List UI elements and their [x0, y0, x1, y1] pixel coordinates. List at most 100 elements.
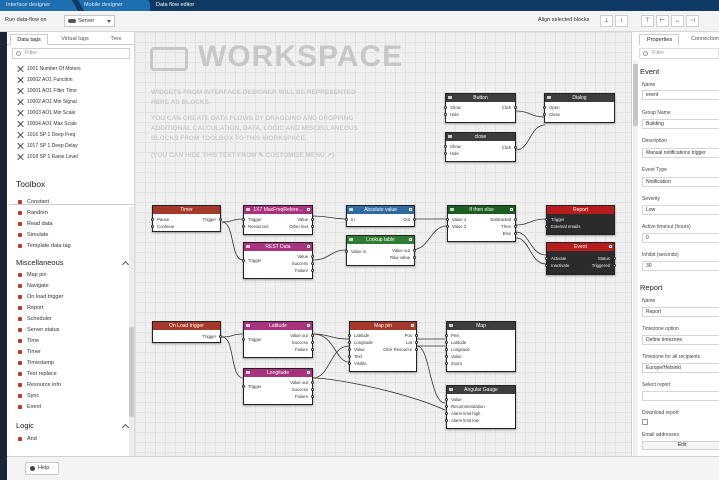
input-port[interactable] [444, 152, 447, 155]
block-close[interactable]: close Show Hide Click [444, 132, 517, 162]
block-rest-data[interactable]: REST Data Trigger Value Success Failure [242, 242, 314, 279]
settings-icon[interactable] [510, 208, 513, 211]
input-port[interactable] [445, 398, 448, 401]
output-port[interactable] [311, 269, 314, 272]
block-event[interactable]: Event Activate Inactivate Status Trigger… [545, 242, 616, 275]
tab-connections[interactable]: Connections [684, 34, 719, 45]
align-bottom-button[interactable]: ⊥ [600, 15, 613, 27]
input-port[interactable] [242, 218, 245, 221]
output-port[interactable] [219, 335, 222, 338]
block-map-pin[interactable]: Map pin Latitude Longitude Value Text Vi… [348, 321, 418, 372]
list-item[interactable]: 10003 AO1 Min Scale [18, 108, 75, 118]
misc-item-timestamp[interactable]: Timestamp [18, 359, 54, 368]
scrollbar-thumb[interactable] [129, 327, 134, 417]
block-header[interactable]: Longitude [244, 369, 312, 377]
block-rest-maxfreq[interactable]: 1X7 MaxFreqRefere... Trigger Resources V… [242, 205, 314, 235]
tag-filter-input[interactable]: Filter [12, 48, 130, 59]
event-type-select[interactable]: Notification [642, 177, 719, 187]
output-port[interactable] [311, 381, 314, 384]
input-port[interactable] [151, 218, 154, 221]
output-port[interactable] [613, 264, 616, 267]
output-port[interactable] [311, 388, 314, 391]
input-port[interactable] [543, 113, 546, 116]
output-port[interactable] [514, 225, 517, 228]
block-header[interactable]: 1X7 MaxFreqRefere... [244, 206, 312, 214]
input-port[interactable] [151, 225, 154, 228]
input-port[interactable] [348, 334, 351, 337]
list-item[interactable]: 1017 SP 1 Deep Delay [18, 141, 78, 151]
output-port[interactable] [311, 341, 314, 344]
list-item[interactable]: 10004 AO1 Max Scale [18, 119, 77, 129]
tab-interface-designer[interactable]: Interface designer [0, 0, 78, 11]
input-port[interactable] [545, 257, 548, 260]
output-port[interactable] [311, 218, 314, 221]
edit-emails-button[interactable]: Edit [642, 441, 719, 450]
block-button[interactable]: Button Show Hide Click [444, 93, 517, 123]
block-header[interactable]: REST Data [244, 243, 312, 251]
input-port[interactable] [444, 106, 447, 109]
help-button[interactable]: Help [25, 462, 59, 475]
block-angular-gauge[interactable]: Angular Gauge Value Recommendation Alarm… [445, 385, 516, 429]
block-header[interactable]: close [446, 133, 515, 141]
misc-item-sync[interactable]: Sync [18, 392, 39, 401]
misc-item-on-load-trigger[interactable]: On load trigger [18, 293, 63, 302]
tab-data-flow-editor[interactable]: Data flow editor [150, 0, 230, 11]
misc-item-event[interactable]: Event [18, 403, 41, 412]
block-if-then-else[interactable]: If then else Value 1 Value 2 Subtracted … [446, 205, 517, 242]
input-port[interactable] [348, 355, 351, 358]
input-port[interactable] [444, 113, 447, 116]
toolbox-item-template-data-tag[interactable]: Template data tag [18, 242, 71, 251]
run-target-select[interactable]: Server [64, 15, 115, 27]
block-header[interactable]: Button [446, 94, 515, 102]
select-report-field[interactable] [642, 391, 719, 401]
align-right-button[interactable]: ⊣ [686, 15, 699, 27]
block-header[interactable]: Map [447, 322, 515, 330]
settings-icon[interactable] [307, 208, 310, 211]
block-absolute-value[interactable]: Absolute value In Out [345, 205, 416, 227]
timezone-option-select[interactable]: Define timezone [642, 335, 719, 345]
active-timeout-field[interactable]: 0 [642, 233, 719, 243]
list-item[interactable]: 10001 AO1 Filter Time [18, 86, 77, 96]
block-header[interactable]: Absolute value [347, 206, 414, 214]
misc-item-report[interactable]: Report [18, 304, 44, 313]
block-header[interactable]: Angular Gauge [447, 386, 515, 394]
block-longitude[interactable]: Longitude Trigger Value out Success Fail… [242, 368, 314, 405]
block-header[interactable]: Lookup table [347, 236, 414, 244]
tab-virtual-tags[interactable]: Virtual tags [53, 34, 97, 45]
settings-icon[interactable] [411, 324, 414, 327]
settings-icon[interactable] [409, 208, 412, 211]
align-top-button[interactable]: ⊤ [641, 15, 654, 27]
output-port[interactable] [311, 348, 314, 351]
input-port[interactable] [345, 218, 348, 221]
block-lookup-table[interactable]: Lookup table Value in Value out Raw valu… [345, 235, 416, 266]
block-latitude[interactable]: Latitude Trigger Value out Success Failu… [242, 321, 314, 358]
input-port[interactable] [348, 362, 351, 365]
align-horizontal-center-button[interactable]: ↔ [671, 15, 684, 27]
misc-item-resource-info[interactable]: Resource info [18, 381, 61, 390]
input-port[interactable] [445, 334, 448, 337]
input-port[interactable] [445, 348, 448, 351]
input-port[interactable] [445, 341, 448, 344]
block-header[interactable]: Timer [153, 206, 220, 214]
output-port[interactable] [415, 334, 418, 337]
output-port[interactable] [514, 106, 517, 109]
block-header[interactable]: Report [547, 206, 614, 214]
scrollbar-thumb[interactable] [633, 64, 638, 126]
report-name-field[interactable]: Report [642, 307, 719, 317]
name-field[interactable]: event [642, 90, 719, 100]
settings-icon[interactable] [409, 238, 412, 241]
list-item[interactable]: 1001 Number Of Motors [18, 64, 81, 74]
output-port[interactable] [311, 255, 314, 258]
properties-scrollbar[interactable] [633, 60, 638, 456]
property-filter-input[interactable]: Filter [639, 48, 719, 59]
input-port[interactable] [242, 225, 245, 228]
output-port[interactable] [413, 218, 416, 221]
toolbox-item-simulate[interactable]: Simulate [18, 231, 48, 240]
output-port[interactable] [311, 334, 314, 337]
tab-mobile-designer[interactable]: Mobile designer [78, 0, 154, 11]
settings-icon[interactable] [307, 324, 310, 327]
input-port[interactable] [444, 145, 447, 148]
input-port[interactable] [545, 264, 548, 267]
chevron-up-icon[interactable] [121, 423, 130, 432]
inhibit-field[interactable]: 30 [642, 261, 719, 271]
